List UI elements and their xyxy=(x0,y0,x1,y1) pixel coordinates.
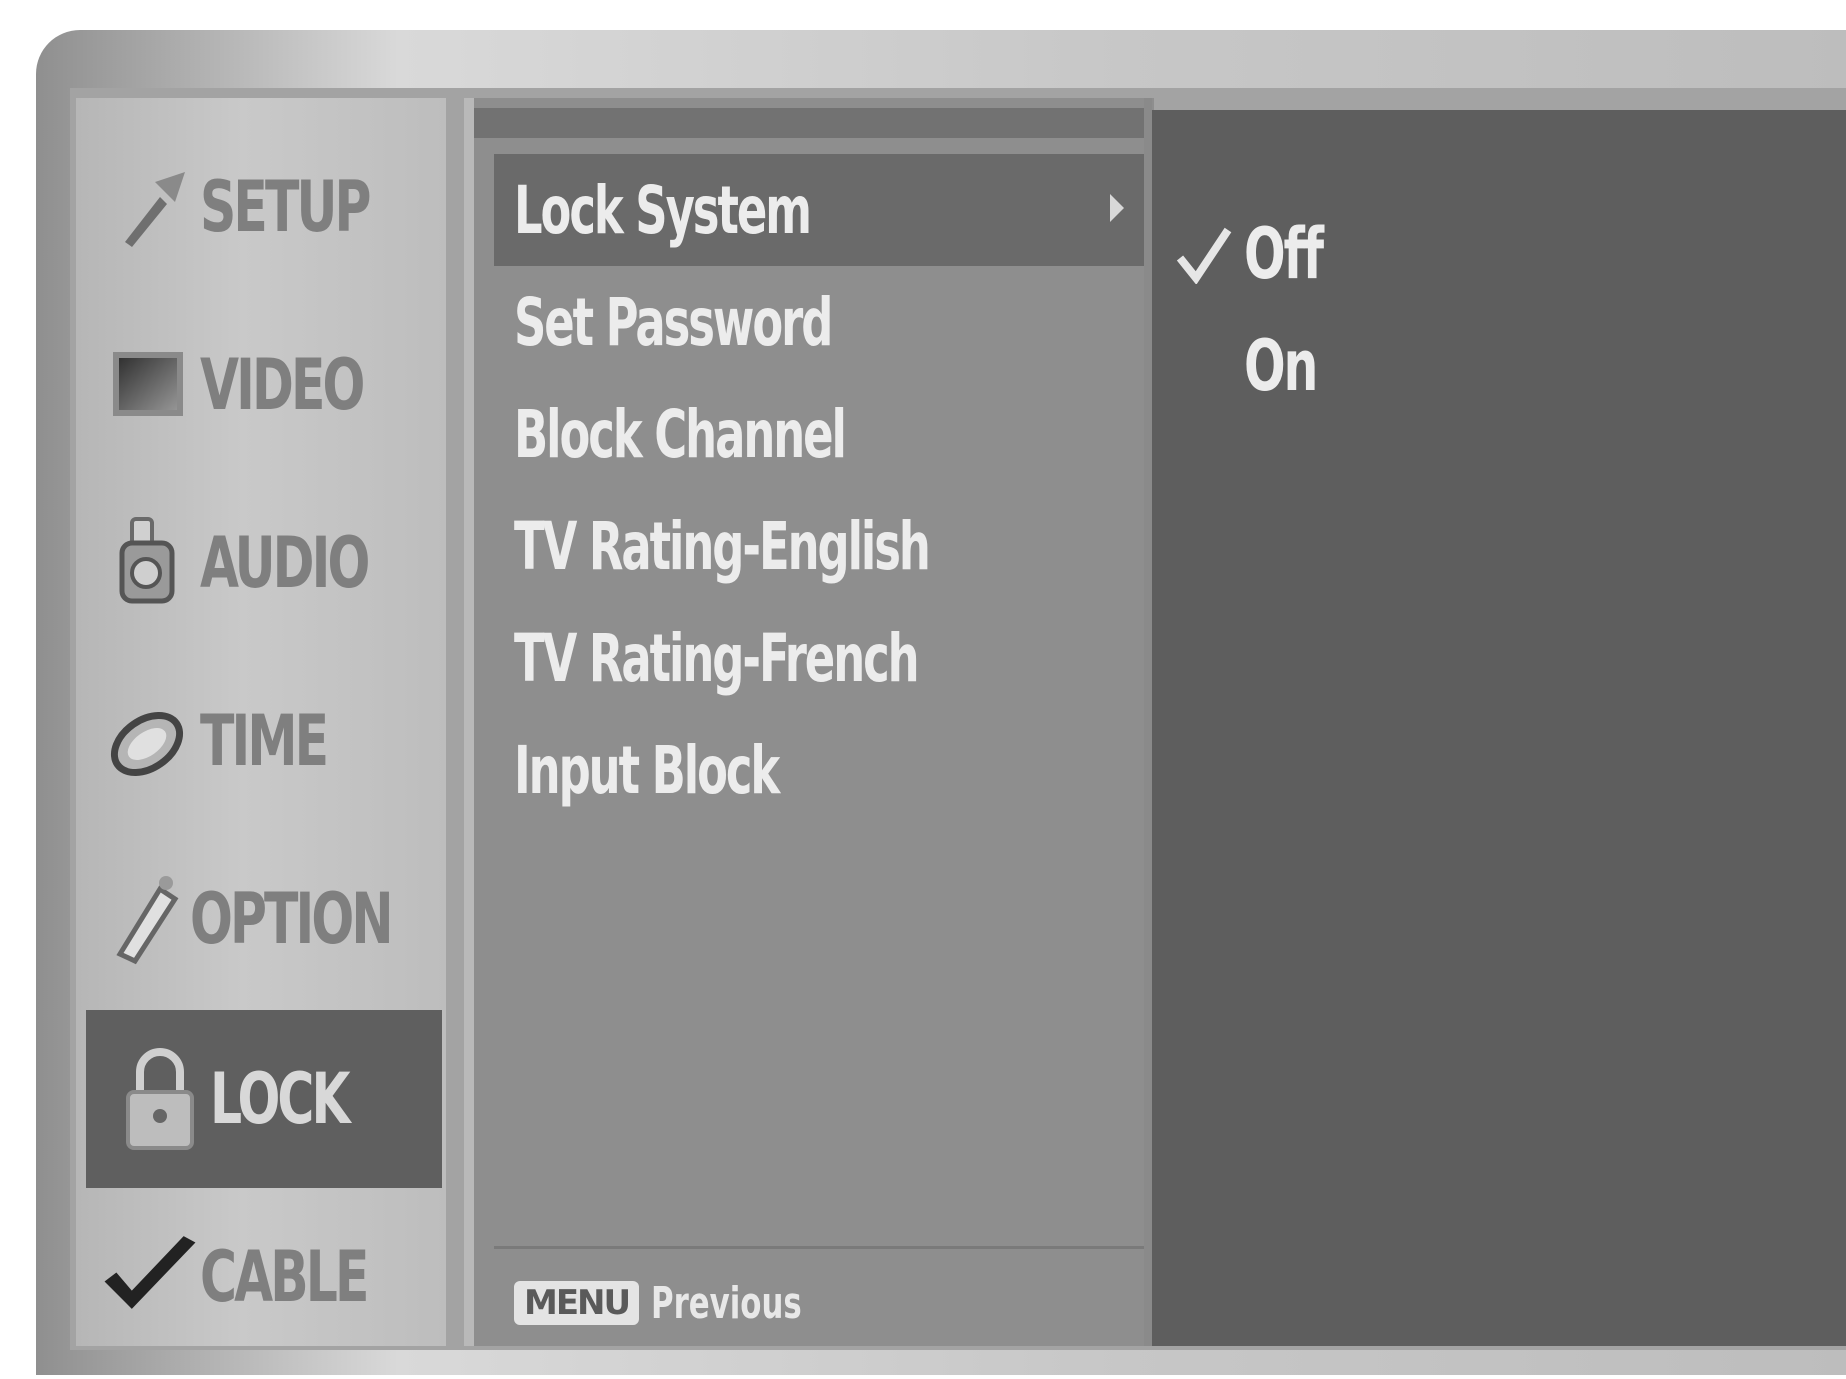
footer-divider xyxy=(494,1246,1144,1249)
sidebar-item-label: VIDEO xyxy=(200,344,365,426)
column-divider xyxy=(1144,98,1152,1346)
sidebar-item-audio[interactable]: AUDIO xyxy=(76,474,446,652)
sidebar-item-label: OPTION xyxy=(190,878,394,960)
lock-icon xyxy=(110,1048,210,1150)
menu-item-tv-rating-english[interactable]: TV Rating-English xyxy=(494,490,1144,602)
menu-key-button[interactable]: MENU xyxy=(514,1281,640,1325)
menu-item-input-block[interactable]: Input Block xyxy=(494,714,1144,826)
sidebar-item-option[interactable]: OPTION xyxy=(76,830,446,1008)
sidebar-item-label: AUDIO xyxy=(200,522,370,604)
sidebar-item-video[interactable]: VIDEO xyxy=(76,296,446,474)
sidebar-item-cable[interactable]: CABLE xyxy=(76,1188,446,1366)
previous-hint: Previous xyxy=(651,1277,802,1329)
checkmark-icon xyxy=(1164,224,1244,284)
submenu-arrow-icon xyxy=(1110,194,1124,222)
lock-menu: Lock System Set Password Block Channel T… xyxy=(464,98,1154,1346)
sidebar-item-label: SETUP xyxy=(200,166,371,248)
menu-item-tv-rating-french[interactable]: TV Rating-French xyxy=(494,602,1144,714)
options-panel: Off On xyxy=(1152,110,1846,1346)
menu-header-bar xyxy=(474,108,1144,138)
menu-item-label: Set Password xyxy=(514,283,833,361)
menu-item-label: Input Block xyxy=(514,731,780,809)
menu-item-label: TV Rating-English xyxy=(514,507,931,585)
option-icon xyxy=(100,869,190,969)
sidebar-item-label: TIME xyxy=(200,700,329,782)
wrench-icon xyxy=(100,157,200,257)
menu-item-lock-system[interactable]: Lock System xyxy=(494,154,1144,266)
option-on[interactable]: On xyxy=(1152,310,1846,422)
menu-footer: MENU Previous xyxy=(514,1268,866,1338)
option-off[interactable]: Off xyxy=(1152,198,1846,310)
audio-icon xyxy=(100,513,200,613)
menu-item-label: Lock System xyxy=(514,171,812,249)
sidebar-item-label: LOCK xyxy=(210,1058,351,1140)
category-sidebar: SETUP VIDEO AUDIO TIME OPTION LOCK CABLE xyxy=(76,98,446,1346)
menu-item-label: TV Rating-French xyxy=(514,619,920,697)
menu-item-block-channel[interactable]: Block Channel xyxy=(494,378,1144,490)
option-label: Off xyxy=(1244,213,1324,295)
sidebar-item-time[interactable]: TIME xyxy=(76,652,446,830)
menu-item-label: Block Channel xyxy=(514,395,847,473)
video-icon xyxy=(100,335,200,435)
clock-icon xyxy=(100,691,200,791)
sidebar-item-setup[interactable]: SETUP xyxy=(76,118,446,296)
option-label: On xyxy=(1244,325,1318,407)
sidebar-item-label: CABLE xyxy=(200,1236,369,1318)
menu-item-set-password[interactable]: Set Password xyxy=(494,266,1144,378)
checkmark-icon xyxy=(100,1227,200,1327)
sidebar-item-lock[interactable]: LOCK xyxy=(86,1010,442,1188)
